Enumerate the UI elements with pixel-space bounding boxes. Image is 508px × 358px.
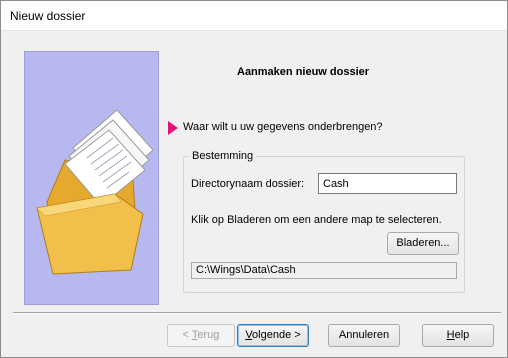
folder-documents-icon xyxy=(36,109,154,275)
title-bar[interactable]: Nieuw dossier xyxy=(1,1,507,31)
wizard-question: Waar wilt u uw gegevens onderbrengen? xyxy=(183,121,383,133)
window-title: Nieuw dossier xyxy=(10,9,86,23)
side-illustration xyxy=(24,51,159,305)
directory-name-label: Directorynaam dossier: xyxy=(191,178,305,190)
wizard-window: Nieuw dossier Aanmaken nieuw dossier Waa… xyxy=(0,0,508,358)
back-button[interactable]: < Terug xyxy=(167,324,235,347)
cancel-button[interactable]: Annuleren xyxy=(328,324,400,347)
wizard-content: Aanmaken nieuw dossier Waar wilt u uw ge… xyxy=(7,32,501,353)
destination-path-field: C:\Wings\Data\Cash xyxy=(191,262,457,279)
browse-hint: Klik op Bladeren om een andere map te se… xyxy=(191,214,442,226)
pointer-arrow-icon xyxy=(168,121,178,135)
help-button[interactable]: Help xyxy=(422,324,494,347)
help-label-rest: elp xyxy=(454,329,470,341)
destination-legend: Bestemming xyxy=(189,150,257,162)
help-mnemonic: H xyxy=(446,329,455,341)
back-label-rest: erug xyxy=(197,329,220,341)
directory-name-input[interactable] xyxy=(318,173,457,194)
browse-button[interactable]: Bladeren... xyxy=(387,232,459,255)
next-label-rest: olgende > xyxy=(252,329,301,341)
wizard-heading: Aanmaken nieuw dossier xyxy=(237,66,370,78)
button-separator xyxy=(13,312,501,314)
back-prefix: < xyxy=(182,329,192,341)
next-button[interactable]: Volgende > xyxy=(237,324,309,347)
